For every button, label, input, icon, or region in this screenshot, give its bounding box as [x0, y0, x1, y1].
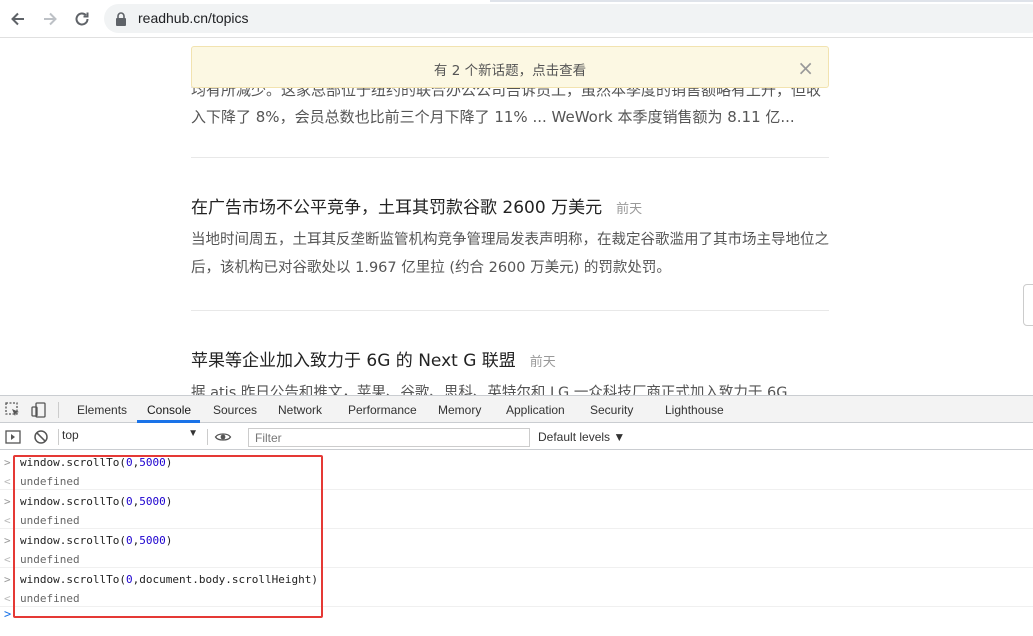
- topic-summary: 当地时间周五，土耳其反垄断监管机构竞争管理局发表声明称，在裁定谷歌滥用了其市场主…: [191, 232, 829, 276]
- caret-down-icon: ▼: [188, 428, 198, 439]
- output-prompt: <: [4, 475, 11, 488]
- input-prompt: >: [4, 456, 11, 469]
- close-icon[interactable]: ×: [797, 56, 814, 80]
- context-selector[interactable]: top ▼: [62, 428, 202, 446]
- separator: [58, 429, 59, 445]
- address-bar[interactable]: readhub.cn/topics: [104, 4, 1033, 33]
- console-entry: > window.scrollTo(0,document.body.scroll…: [0, 568, 1033, 607]
- output-prompt: <: [4, 553, 11, 566]
- console-command[interactable]: window.scrollTo(0,5000): [20, 456, 172, 469]
- input-prompt: >: [4, 495, 11, 508]
- filter-input[interactable]: [248, 428, 530, 447]
- input-prompt: >: [4, 534, 11, 547]
- url-text: readhub.cn/topics: [138, 10, 249, 26]
- console-toolbar: top ▼ Default levels ▼: [0, 424, 1033, 450]
- context-value: top: [62, 428, 79, 442]
- console-result: undefined: [20, 475, 80, 488]
- reload-icon: [75, 12, 89, 26]
- devtools-panel: Elements Console Sources Network Perform…: [0, 395, 1033, 636]
- topic-time: 前天: [529, 355, 556, 370]
- tab-memory[interactable]: Memory: [438, 403, 481, 417]
- input-prompt: >: [4, 573, 11, 586]
- lock-icon: [116, 12, 126, 26]
- device-toolbar-icon[interactable]: [30, 401, 48, 419]
- loading-bar: [490, 0, 1033, 2]
- clear-console-icon[interactable]: [32, 428, 50, 446]
- topic-summary: 据 atis 昨日公告和推文，苹果、谷歌、思科、英特尔和 LG 一众科技厂商正式…: [191, 385, 788, 395]
- console-result: undefined: [20, 514, 80, 527]
- console-command[interactable]: window.scrollTo(0,5000): [20, 495, 172, 508]
- back-button[interactable]: [6, 7, 30, 31]
- tab-lighthouse[interactable]: Lighthouse: [665, 403, 724, 417]
- topic-title[interactable]: 在广告市场不公平竞争，土耳其罚款谷歌 2600 万美元 前天: [191, 193, 642, 218]
- log-levels-dropdown[interactable]: Default levels ▼: [538, 430, 625, 444]
- sidebar-toggle-icon[interactable]: [4, 428, 22, 446]
- devtools-tab-bar: Elements Console Sources Network Perform…: [0, 396, 1033, 423]
- tab-sources[interactable]: Sources: [213, 403, 257, 417]
- console-result: undefined: [20, 553, 80, 566]
- eye-icon[interactable]: [214, 428, 232, 446]
- forward-button[interactable]: [38, 7, 62, 31]
- browser-toolbar: readhub.cn/topics: [0, 0, 1033, 38]
- tab-elements[interactable]: Elements: [77, 403, 127, 417]
- side-tab[interactable]: [1023, 284, 1033, 326]
- console-command[interactable]: window.scrollTo(0,5000): [20, 534, 172, 547]
- topic-title[interactable]: 苹果等企业加入致力于 6G 的 Next G 联盟 前天: [191, 346, 556, 371]
- new-topics-banner[interactable]: 有 2 个新话题，点击查看 ×: [191, 46, 829, 88]
- tab-application[interactable]: Application: [506, 403, 565, 417]
- arrow-left-icon: [11, 12, 24, 26]
- output-prompt: <: [4, 592, 11, 605]
- separator: [58, 402, 59, 418]
- console-input-prompt[interactable]: >: [4, 607, 11, 621]
- tab-performance[interactable]: Performance: [348, 403, 417, 417]
- arrow-right-icon: [44, 12, 57, 26]
- console-entry: > window.scrollTo(0,5000) < undefined: [0, 451, 1033, 490]
- reload-button[interactable]: [70, 7, 94, 31]
- tab-network[interactable]: Network: [278, 403, 322, 417]
- page-content: 均有所减少。这家总部位于纽约的联合办公公司告诉员工，虽然本季度的销售额略有上升，…: [0, 38, 1033, 395]
- new-topics-message[interactable]: 有 2 个新话题，点击查看: [192, 59, 828, 79]
- console-command[interactable]: window.scrollTo(0,document.body.scrollHe…: [20, 573, 318, 586]
- console-entry: > window.scrollTo(0,5000) < undefined: [0, 529, 1033, 568]
- console-result: undefined: [20, 592, 80, 605]
- console-output: > window.scrollTo(0,5000) < undefined > …: [0, 451, 1033, 636]
- divider: [191, 310, 829, 311]
- article-fragment-line: 入下降了 8%，会员总数也比前三个月下降了 11% ... WeWork 本季度…: [191, 108, 795, 126]
- tab-console[interactable]: Console: [147, 403, 191, 417]
- divider: [191, 157, 829, 158]
- topic-time: 前天: [616, 202, 643, 217]
- topic-title-text[interactable]: 在广告市场不公平竞争，土耳其罚款谷歌 2600 万美元: [191, 198, 602, 218]
- tab-security[interactable]: Security: [590, 403, 633, 417]
- output-prompt: <: [4, 514, 11, 527]
- console-entry: > window.scrollTo(0,5000) < undefined: [0, 490, 1033, 529]
- separator: [207, 429, 208, 445]
- active-tab-indicator: [137, 420, 200, 423]
- inspect-element-icon[interactable]: [4, 401, 22, 419]
- topic-title-text[interactable]: 苹果等企业加入致力于 6G 的 Next G 联盟: [191, 351, 516, 371]
